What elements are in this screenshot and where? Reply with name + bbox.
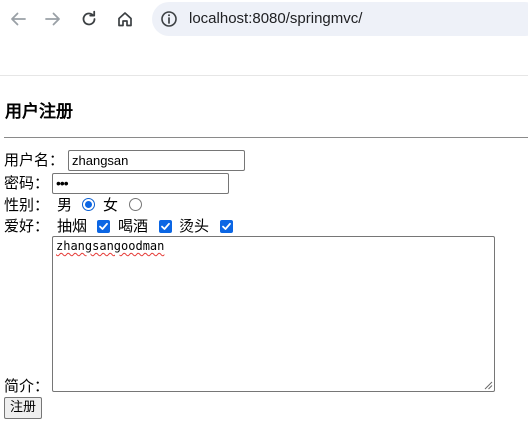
password-input[interactable]: ••• [52, 173, 229, 194]
arrow-right-icon [45, 12, 60, 26]
toolbar-divider [0, 75, 528, 76]
address-url[interactable]: localhost:8080/springmvc/ [189, 10, 362, 27]
hobby-label: 爱好： [4, 217, 50, 235]
resize-grip-icon[interactable] [484, 381, 493, 390]
hobby-drinking-checkbox[interactable] [159, 220, 172, 233]
checkmark-icon [222, 222, 231, 230]
browser-toolbar: localhost:8080/springmvc/ [0, 0, 528, 38]
hobby-perm-label: 烫头 [179, 217, 210, 235]
password-label: 密码： [4, 174, 50, 192]
username-label: 用户名： [4, 151, 65, 169]
intro-textarea[interactable]: zhangsangoodman [52, 236, 495, 392]
hobby-perm-checkbox[interactable] [220, 220, 233, 233]
gender-radio-male[interactable] [82, 198, 95, 211]
password-mask: ••• [56, 175, 69, 191]
gender-label: 性别： [4, 196, 50, 214]
intro-value: zhangsangoodman [56, 239, 165, 253]
register-button[interactable]: 注册 [4, 397, 43, 419]
home-icon [118, 12, 132, 27]
hobby-smoking-label: 抽烟 [57, 217, 88, 235]
gender-option-female-label: 女 [103, 196, 119, 214]
site-info-icon[interactable] [160, 10, 178, 32]
reload-icon [82, 10, 96, 26]
home-button[interactable] [110, 4, 140, 34]
checkmark-icon [161, 222, 170, 230]
intro-label: 简介： [4, 377, 50, 395]
hobby-drinking-label: 喝酒 [118, 217, 149, 235]
username-input[interactable]: zhangsan [68, 150, 245, 171]
gender-radio-female[interactable] [129, 198, 142, 211]
checkmark-icon [99, 222, 108, 230]
hobby-smoking-checkbox[interactable] [97, 220, 110, 233]
username-value: zhangsan [72, 153, 129, 168]
reload-button[interactable] [74, 4, 104, 34]
page-title: 用户注册 [5, 102, 73, 122]
gender-option-male-label: 男 [57, 196, 73, 214]
arrow-left-icon [11, 12, 26, 26]
forward-button[interactable] [38, 4, 68, 34]
horizontal-rule [4, 137, 528, 138]
address-bar[interactable]: localhost:8080/springmvc/ [152, 2, 528, 36]
back-button[interactable] [3, 4, 33, 34]
